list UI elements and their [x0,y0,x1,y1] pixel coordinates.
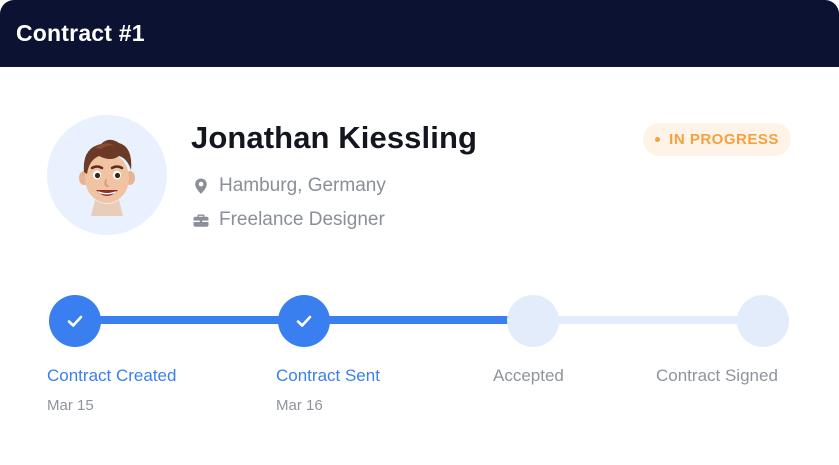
progress-line-segment [92,316,285,324]
progress-tracker: Contract Created Mar 15 Contract Sent Ma… [0,0,839,465]
step-node-contract-created [49,295,101,347]
step-label: Accepted [493,366,564,385]
step-node-contract-sent [278,295,330,347]
step-node-accepted [507,295,559,347]
step-label: Contract Sent [276,366,380,385]
check-icon [67,315,83,327]
step-date: Mar 15 [47,397,94,414]
step-label: Contract Signed [656,366,778,385]
contract-card: Contract #1 Jonathan Kiessling Hamburg, … [0,0,839,465]
step-date: Mar 16 [276,397,323,414]
check-icon [296,315,312,327]
step-label: Contract Created [47,366,177,385]
progress-line-segment [552,316,742,324]
step-node-contract-signed [737,295,789,347]
progress-line-segment [322,316,512,324]
